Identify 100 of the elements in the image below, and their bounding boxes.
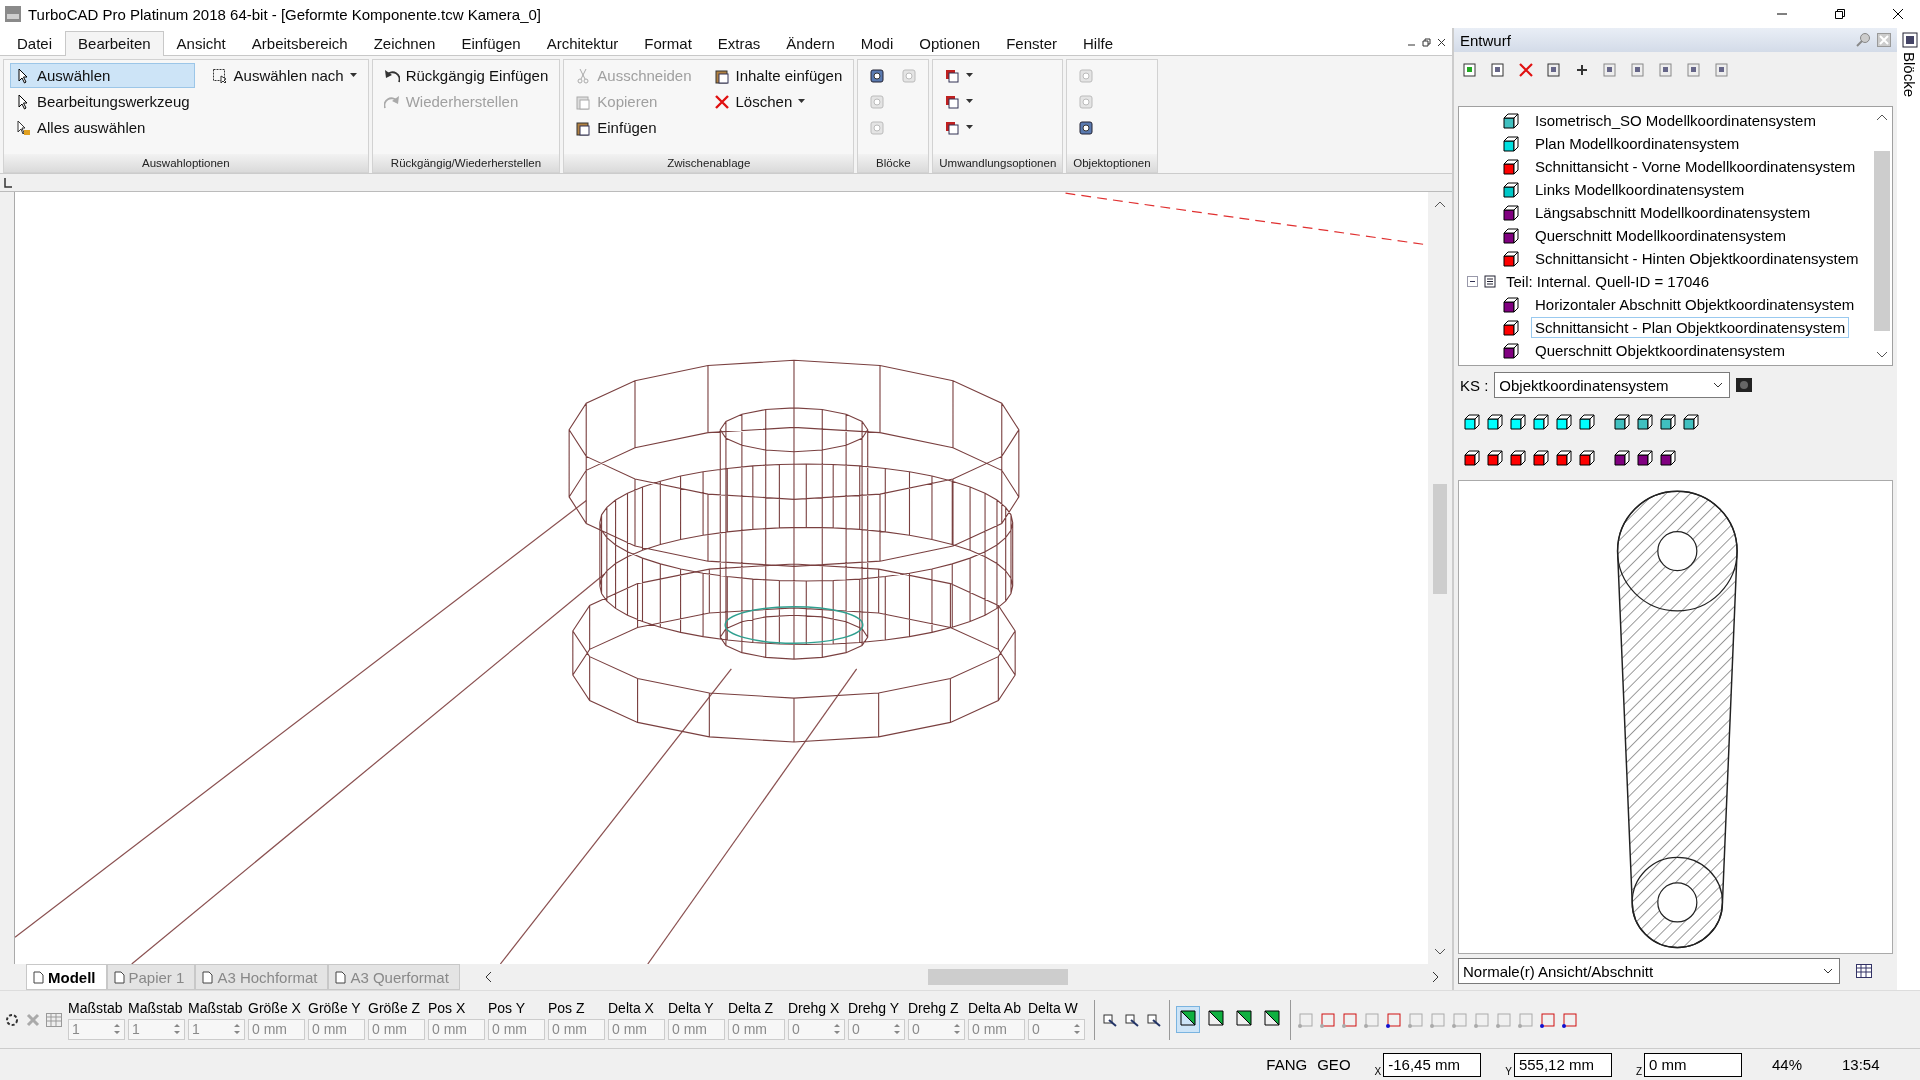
side-tab[interactable]: Blöcke [1897,28,1920,990]
tree-item[interactable]: Plan Modellkoordinatensystem [1531,133,1744,154]
snap-icon[interactable] [1539,1010,1557,1029]
cube-icon[interactable] [1637,414,1653,430]
mode-button[interactable] [1176,1006,1200,1033]
menu-tab[interactable]: Einfügen [448,31,534,56]
axis-label: X [1374,1065,1382,1077]
axis-label: Z [1635,1065,1642,1077]
cube-icon[interactable] [1487,450,1503,466]
grid-icon[interactable] [1856,964,1872,978]
ribbon-button[interactable]: Löschen [708,89,848,114]
axis-label: Y [1505,1065,1512,1077]
ribbon-button[interactable]: Einfügen [570,115,697,140]
ribbon-button[interactable]: Rückgängig Einfügen [378,63,554,88]
transform-icon [944,119,961,136]
coordinate-system-dropdown[interactable]: Objektkoordinatensystem [1494,372,1731,398]
cube-icon[interactable] [1464,414,1480,430]
scroll-up-icon[interactable] [1434,200,1446,208]
clock: 13:54 [1842,1056,1881,1073]
tree-item[interactable]: Horizontaler Abschnitt Objektkoordinatensystem [1531,294,1859,315]
scroll-down-icon[interactable] [1876,351,1888,359]
ribbon-button[interactable]: Bearbeitungswerkzeug [10,89,195,114]
coordinate-field[interactable]: 555,12 mm [1513,1052,1612,1077]
restore-icon[interactable] [1834,8,1846,20]
toolbar-icon[interactable] [1602,62,1618,78]
camera-icon[interactable] [1736,378,1753,392]
menu-tab[interactable]: Hilfe [1070,31,1126,56]
menu-tab[interactable]: Ansicht [163,31,239,56]
spin-arrows-icon [1073,1022,1081,1036]
sheet-tab[interactable]: Modell [26,964,107,990]
cube-icon[interactable] [1556,450,1572,466]
tree-item[interactable]: Links Modellkoordinatensystem [1531,179,1749,200]
tree-item[interactable]: Isometrisch_SO Modellkoordinatensystem [1531,110,1820,131]
collapse-icon[interactable] [1467,276,1478,287]
menu-tab[interactable]: Zeichnen [360,31,449,56]
snap-icon[interactable] [1561,1010,1579,1029]
cube-icon[interactable] [1533,414,1549,430]
menu-tab[interactable]: Modi [847,31,907,56]
cube-icon[interactable] [1510,450,1526,466]
menu-tab[interactable]: Extras [704,31,774,56]
menu-tab[interactable]: Fenster [993,31,1070,56]
toolbar-icon[interactable] [1490,62,1506,78]
toolbar-icon[interactable] [1574,62,1590,78]
view-dropdown[interactable]: Normale(r) Ansicht/Abschnitt [1458,958,1840,984]
menu-tab[interactable]: Optionen [906,31,994,56]
cube-icon[interactable] [1533,450,1549,466]
ribbon-button[interactable]: Inhalte einfügen [708,63,848,88]
cube-icon[interactable] [1579,450,1595,466]
ribbon-button[interactable]: Auswählen [10,63,195,88]
tree-item[interactable]: Schnittansicht - Hinten Objektkoordinatensystem [1531,248,1863,269]
pin-icon[interactable] [1855,32,1871,48]
cube-icon[interactable] [1579,414,1595,430]
cube-icon[interactable] [1660,414,1676,430]
cube-icon[interactable] [1510,414,1526,430]
snap-indicator[interactable]: FANG [1266,1056,1308,1073]
scroll-left-icon[interactable] [483,971,492,983]
cube-icon[interactable] [1464,450,1480,466]
scrollbar-thumb[interactable] [927,969,1068,985]
property-label: Größe X [248,999,302,1016]
tree-item[interactable]: Schnittansicht - Vorne Modellkoordinatensystem [1531,156,1860,177]
menu-tab[interactable]: Architektur [533,31,632,56]
toolbar-icon[interactable] [1546,62,1562,78]
menu-tab[interactable]: Arbeitsbereich [238,31,361,56]
scrollbar-thumb[interactable] [1433,484,1447,594]
tree-item[interactable]: Querschnitt Modellkoordinatensystem [1531,225,1790,246]
scrollbar-thumb[interactable] [1874,151,1890,331]
cube-icon[interactable] [1637,450,1653,466]
cube-icon[interactable] [1660,450,1676,466]
close-icon[interactable] [1437,38,1446,47]
snap-icon[interactable] [1385,1010,1403,1029]
ribbon-button[interactable]: Alles auswählen [10,115,195,140]
coordinate-field[interactable]: -16,45 mm [1383,1052,1482,1077]
scroll-right-icon[interactable] [1432,971,1440,983]
tree-item[interactable]: Längsabschnitt Modellkoordinatensystem [1531,202,1815,223]
clipboard-icon [713,67,730,84]
menu-tab[interactable]: Ändern [773,31,848,56]
toolbar-icon[interactable] [1714,62,1730,78]
object-icon [1078,67,1095,84]
toolbar-icon[interactable] [1686,62,1702,78]
blocks-icon [1901,32,1918,48]
scroll-down-icon[interactable] [1434,948,1446,956]
toolbar-icon[interactable] [1630,62,1646,78]
geo-indicator[interactable]: GEO [1317,1056,1351,1073]
tree-item[interactable]: Schnittansicht - Plan Objektkoordinatensystem [1531,317,1850,338]
cube-icon[interactable] [1556,414,1572,430]
ribbon-button[interactable]: Auswählen nach [206,63,362,88]
coordinate-field[interactable]: 0 mm [1644,1052,1742,1077]
close-icon[interactable] [1892,8,1904,20]
property-label: Delta Z [728,999,775,1016]
menu-tab[interactable]: Datei [4,31,66,56]
cube-icon[interactable] [1683,414,1699,430]
tree-item[interactable]: Querschnitt Objektkoordinatensystem [1531,340,1790,361]
tree-item[interactable]: Teil: Internal. Quell-ID = 17046 [1502,271,1714,292]
cube-icon[interactable] [1487,414,1503,430]
toolbar-icon[interactable] [1658,62,1674,78]
scroll-up-icon[interactable] [1876,113,1888,121]
menu-tab[interactable]: Bearbeiten [65,31,164,56]
cube-icon[interactable] [1614,414,1630,430]
menu-tab[interactable]: Format [631,31,705,56]
cube-icon[interactable] [1614,450,1630,466]
